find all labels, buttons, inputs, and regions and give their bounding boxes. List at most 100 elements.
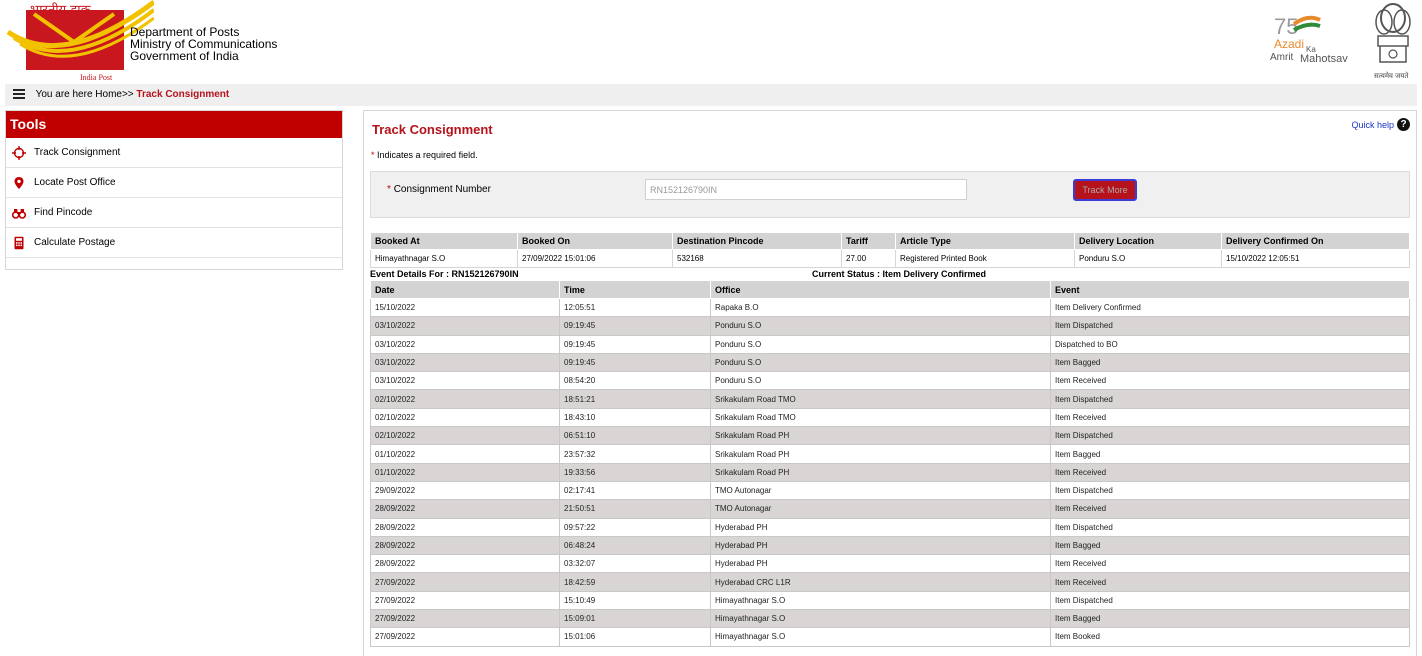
table-row: 29/09/2022 02:17:41 TMO Autonagar Item Disp… [370, 480, 1410, 501]
svg-text:75: 75 [1274, 14, 1298, 39]
table-row: 01/10/2022 19:33:56 Srikakulam Road PH Item… [370, 462, 1410, 482]
event-details-table: Date Time Office Event 15/10/2022 12:05:5… [370, 280, 1410, 647]
event-time-cell: 08:54:20 [559, 371, 711, 391]
svg-text:Mahotsav: Mahotsav [1300, 53, 1348, 65]
tool-track-consignment[interactable]: Track Consignment [6, 138, 342, 168]
table-row: 27/09/2022 15:01:06 Himayathnagar S.O Item … [370, 627, 1410, 647]
col-destination-pincode: Destination Pincode [672, 232, 842, 250]
tool-label: Track Consignment [34, 146, 121, 158]
event-date-cell: 28/09/2022 [370, 554, 560, 574]
event-date-cell: 27/09/2022 [370, 609, 560, 629]
event-office-cell: TMO Autonagar [710, 480, 1051, 501]
booked-on-value: 27/09/2022 15:01:06 [517, 249, 673, 268]
help-question-icon[interactable]: ? [1397, 118, 1410, 131]
event-time-cell: 19:33:56 [559, 462, 711, 482]
event-time-cell: 15:09:01 [559, 609, 711, 629]
consignment-label-text: Consignment Number [393, 184, 491, 195]
tariff-value: 27.00 [841, 249, 896, 268]
col-delivery-confirmed-on: Delivery Confirmed On [1221, 232, 1410, 250]
col-time: Time [559, 280, 711, 299]
azadi-ka-amrit-mahotsav-logo: 75 Azadi Ka Amrit Mahotsav [1268, 10, 1364, 70]
event-status-cell: Item Bagged [1050, 535, 1410, 556]
quick-help-label[interactable]: Quick help [1351, 120, 1394, 130]
breadcrumb-prefix[interactable]: You are here Home>> [36, 89, 137, 100]
event-status-cell: Item Dispatched [1050, 590, 1410, 611]
event-status-cell: Item Received [1050, 499, 1410, 519]
table-row: 02/10/2022 06:51:10 Srikakulam Road PH Item… [370, 426, 1410, 446]
table-row: 28/09/2022 06:48:24 Hyderabad PH Item Bagge… [370, 535, 1410, 556]
table-row: 28/09/2022 21:50:51 TMO Autonagar Item Rece… [370, 499, 1410, 519]
event-office-cell: Ponduru S.O [710, 316, 1051, 336]
event-details-heading: Event Details For : RN152126790IN [370, 269, 519, 279]
tool-label: Find Pincode [34, 206, 93, 218]
event-office-cell: Ponduru S.O [710, 352, 1051, 373]
event-date-cell: 02/10/2022 [370, 407, 560, 428]
table-row: 15/10/2022 12:05:51 Rapaka B.O Item Deliver… [370, 297, 1410, 318]
booking-header-row: Booked At Booked On Destination Pincode … [370, 232, 1410, 250]
event-date-cell: 27/09/2022 [370, 572, 560, 592]
event-status-cell: Item Booked [1050, 627, 1410, 647]
hamburger-menu-icon[interactable] [13, 87, 25, 101]
table-row: 03/10/2022 09:19:45 Ponduru S.O Dispatched … [370, 334, 1410, 354]
col-event: Event [1050, 280, 1410, 299]
page-title: Track Consignment [372, 122, 493, 137]
event-time-cell: 09:19:45 [559, 316, 711, 336]
event-office-cell: Ponduru S.O [710, 371, 1051, 391]
national-emblem: सत्यमेव जयते [1368, 0, 1418, 84]
tools-heading: Tools [6, 111, 342, 138]
tool-label: Locate Post Office [34, 176, 116, 188]
event-time-cell: 02:17:41 [559, 480, 711, 501]
quick-help-link[interactable]: Quick help ? [1351, 118, 1410, 131]
tool-locate-post-office[interactable]: Locate Post Office [6, 168, 342, 198]
event-rows: 15/10/2022 12:05:51 Rapaka B.O Item Deliver… [370, 297, 1410, 647]
tool-label: Calculate Postage [34, 236, 116, 248]
event-time-cell: 06:48:24 [559, 535, 711, 556]
event-date-cell: 27/09/2022 [370, 627, 560, 647]
event-date-cell: 02/10/2022 [370, 426, 560, 446]
event-date-cell: 03/10/2022 [370, 316, 560, 336]
booked-at-value: Himayathnagar S.O [370, 249, 518, 268]
event-office-cell: Hyderabad PH [710, 535, 1051, 556]
tool-calculate-postage[interactable]: Calculate Postage [6, 228, 342, 258]
table-row: 03/10/2022 08:54:20 Ponduru S.O Item Receiv… [370, 371, 1410, 391]
event-office-cell: Rapaka B.O [710, 297, 1051, 318]
location-pin-icon [12, 176, 26, 190]
event-office-cell: Ponduru S.O [710, 334, 1051, 354]
event-office-cell: Srikakulam Road TMO [710, 407, 1051, 428]
event-status-cell: Item Bagged [1050, 444, 1410, 464]
track-more-button[interactable]: Track More [1073, 179, 1137, 201]
logo-hindi-text: भारतीय डाक [30, 2, 92, 18]
page-header: भारतीय डाक India Post Department of Post… [0, 0, 1422, 84]
event-date-cell: 03/10/2022 [370, 352, 560, 373]
booking-row: Himayathnagar S.O 27/09/2022 15:01:06 53… [370, 249, 1410, 268]
event-date-cell: 01/10/2022 [370, 444, 560, 464]
consignment-number-input[interactable] [645, 179, 967, 200]
table-row: 27/09/2022 15:10:49 Himayathnagar S.O Item … [370, 590, 1410, 611]
event-time-cell: 09:57:22 [559, 517, 711, 537]
event-time-cell: 09:19:45 [559, 334, 711, 354]
event-status-cell: Item Dispatched [1050, 426, 1410, 446]
table-row: 28/09/2022 03:32:07 Hyderabad PH Item Recei… [370, 554, 1410, 574]
consignment-form: * Consignment Number Track More [370, 171, 1410, 218]
destination-pincode-value: 532168 [672, 249, 842, 268]
event-date-cell: 28/09/2022 [370, 517, 560, 537]
event-status-cell: Dispatched to BO [1050, 334, 1410, 354]
event-office-cell: Srikakulam Road PH [710, 444, 1051, 464]
article-type-value: Registered Printed Book [895, 249, 1075, 268]
event-status-cell: Item Received [1050, 462, 1410, 482]
required-field-note: * Indicates a required field. [371, 150, 478, 160]
event-office-cell: Himayathnagar S.O [710, 609, 1051, 629]
breadcrumb: You are here Home>> Track Consignment [5, 84, 1417, 106]
svg-text:सत्यमेव जयते: सत्यमेव जयते [1374, 71, 1409, 80]
event-office-cell: Himayathnagar S.O [710, 590, 1051, 611]
event-status-cell: Item Received [1050, 572, 1410, 592]
event-office-cell: Srikakulam Road PH [710, 462, 1051, 482]
tool-find-pincode[interactable]: Find Pincode [6, 198, 342, 228]
event-status-cell: Item Dispatched [1050, 389, 1410, 409]
event-office-cell: TMO Autonagar [710, 499, 1051, 519]
table-row: 02/10/2022 18:43:10 Srikakulam Road TMO Ite… [370, 407, 1410, 428]
dept-line-3: Government of India [130, 49, 239, 63]
delivery-location-value: Ponduru S.O [1074, 249, 1222, 268]
event-status-cell: Item Received [1050, 554, 1410, 574]
event-status-cell: Item Bagged [1050, 609, 1410, 629]
